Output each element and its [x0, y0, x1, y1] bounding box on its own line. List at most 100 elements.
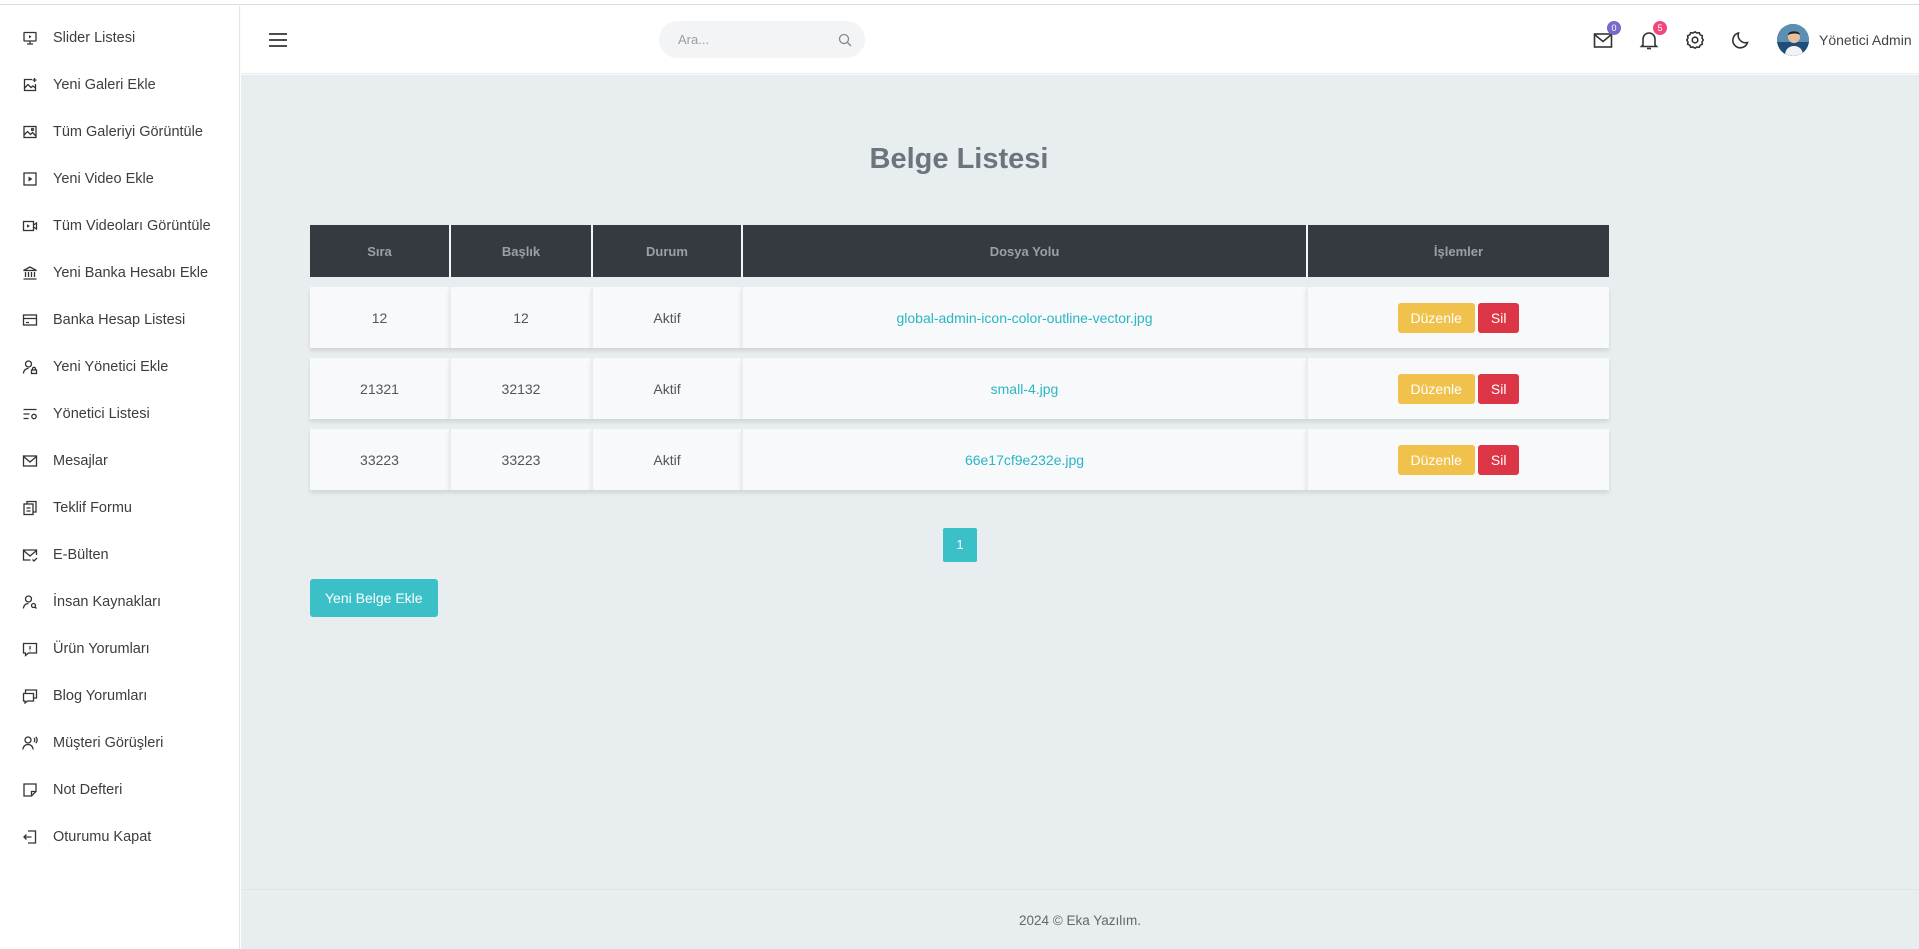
footer-copyright: 2024 © Eka Yazılım.	[1018, 913, 1141, 928]
sidebar-item-label: Yeni Banka Hesabı Ekle	[53, 265, 209, 281]
top-header: 0 5 Yönetici Admin	[241, 6, 1919, 74]
sidebar-item-oturumu-kapat[interactable]: Oturumu Kapat	[0, 817, 239, 857]
credit-card-icon	[22, 312, 38, 328]
notification-count-badge: 5	[1653, 21, 1667, 35]
sidebar-item-yeni-galeri-ekle[interactable]: Yeni Galeri Ekle	[0, 65, 239, 105]
sidebar-item-label: İnsan Kaynakları	[53, 594, 162, 610]
delete-button[interactable]: Sil	[1477, 373, 1520, 404]
page-title: Belge Listesi	[869, 143, 1049, 175]
edit-button[interactable]: Düzenle	[1397, 444, 1475, 475]
sidebar-item-label: Yeni Video Ekle	[53, 171, 154, 187]
sidebar-item-label: Slider Listesi	[53, 30, 136, 46]
sidebar-item-label: Banka Hesap Listesi	[53, 312, 186, 328]
sidebar-item-teklif-formu[interactable]: Teklif Formu	[0, 488, 239, 528]
bank-icon	[22, 265, 38, 281]
sidebar-item-yeni-video-ekle[interactable]: Yeni Video Ekle	[0, 159, 239, 199]
column-header-sira[interactable]: Sıra	[310, 225, 449, 277]
cell-durum: Aktif	[591, 429, 741, 490]
sidebar-item-label: Mesajlar	[53, 453, 108, 469]
sidebar-item-label: Teklif Formu	[53, 500, 132, 516]
search-box	[659, 21, 865, 58]
cell-durum: Aktif	[591, 358, 741, 419]
sidebar-item-urun-yorumlari[interactable]: Ürün Yorumları	[0, 629, 239, 669]
sidebar-item-label: Yönetici Listesi	[53, 406, 150, 422]
sidebar-item-slider-listesi[interactable]: Slider Listesi	[0, 18, 239, 58]
table-row: 12 12 Aktif global-admin-icon-color-outl…	[310, 287, 1609, 348]
top-border	[0, 0, 1919, 5]
image-icon	[22, 124, 38, 140]
mail-button[interactable]: 0	[1592, 21, 1621, 51]
column-header-dosya-yolu[interactable]: Dosya Yolu	[741, 225, 1306, 277]
file-link[interactable]: small-4.jpg	[991, 381, 1059, 397]
feedback-icon	[22, 641, 38, 657]
cell-baslik: 12	[449, 287, 591, 348]
user-voice-icon	[22, 735, 38, 751]
sticky-note-icon	[22, 782, 38, 798]
file-link[interactable]: 66e17cf9e232e.jpg	[965, 452, 1084, 468]
gallery-add-icon	[22, 77, 38, 93]
file-link[interactable]: global-admin-icon-color-outline-vector.j…	[896, 310, 1152, 326]
avatar	[1777, 24, 1809, 56]
user-name: Yönetici Admin	[1819, 32, 1912, 48]
cell-dosya-yolu: small-4.jpg	[741, 358, 1306, 419]
moon-icon	[1730, 31, 1752, 55]
slider-icon	[22, 30, 38, 46]
sidebar-item-insan-kaynaklari[interactable]: İnsan Kaynakları	[0, 582, 239, 622]
delete-button[interactable]: Sil	[1477, 302, 1520, 333]
sidebar-item-yeni-yonetici-ekle[interactable]: Yeni Yönetici Ekle	[0, 347, 239, 387]
edit-button[interactable]: Düzenle	[1397, 302, 1475, 333]
cell-sira: 33223	[310, 429, 449, 490]
video-play-icon	[22, 171, 38, 187]
cell-durum: Aktif	[591, 287, 741, 348]
sidebar-item-label: Tüm Videoları Görüntüle	[53, 218, 211, 234]
settings-button[interactable]	[1684, 29, 1706, 51]
sidebar-item-label: Yeni Galeri Ekle	[53, 77, 156, 93]
sidebar-item-banka-hesap-listesi[interactable]: Banka Hesap Listesi	[0, 300, 239, 340]
search-input[interactable]	[659, 21, 829, 58]
sidebar-item-e-bulten[interactable]: E-Bülten	[0, 535, 239, 575]
sidebar-item-musteri-gorusleri[interactable]: Müşteri Görüşleri	[0, 723, 239, 763]
menu-toggle-icon[interactable]	[268, 30, 288, 50]
sidebar: Slider Listesi Yeni Galeri Ekle Tüm Gale…	[0, 6, 240, 949]
sidebar-item-blog-yorumlari[interactable]: Blog Yorumları	[0, 676, 239, 716]
sidebar-item-tum-videolari-goruntule[interactable]: Tüm Videoları Görüntüle	[0, 206, 239, 246]
mail-count-badge: 0	[1607, 21, 1621, 35]
chat-box-icon	[22, 688, 38, 704]
search-icon[interactable]	[838, 33, 852, 47]
video-camera-icon	[22, 218, 38, 234]
sidebar-item-tum-galeriyi-goruntule[interactable]: Tüm Galeriyi Görüntüle	[0, 112, 239, 152]
sidebar-item-label: Yeni Yönetici Ekle	[53, 359, 169, 375]
sidebar-item-yeni-banka-hesabi-ekle[interactable]: Yeni Banka Hesabı Ekle	[0, 253, 239, 293]
table-row: 33223 33223 Aktif 66e17cf9e232e.jpg Düze…	[310, 429, 1609, 490]
cell-baslik: 32132	[449, 358, 591, 419]
sidebar-item-not-defteri[interactable]: Not Defteri	[0, 770, 239, 810]
dark-mode-toggle[interactable]	[1730, 29, 1752, 51]
notifications-button[interactable]: 5	[1638, 21, 1667, 51]
document-table: Sıra Başlık Durum Dosya Yolu İşlemler 12…	[310, 225, 1609, 490]
main-content: Belge Listesi Sıra Başlık Durum Dosya Yo…	[241, 75, 1919, 889]
edit-button[interactable]: Düzenle	[1397, 373, 1475, 404]
cell-islemler: Düzenle Sil	[1306, 287, 1609, 348]
sidebar-item-label: Müşteri Görüşleri	[53, 735, 164, 751]
cell-sira: 12	[310, 287, 449, 348]
list-settings-icon	[22, 406, 38, 422]
sidebar-item-label: Blog Yorumları	[53, 688, 148, 704]
bell-icon	[1638, 32, 1660, 55]
mail-icon	[22, 453, 38, 469]
delete-button[interactable]: Sil	[1477, 444, 1520, 475]
sidebar-item-yonetici-listesi[interactable]: Yönetici Listesi	[0, 394, 239, 434]
column-header-baslik[interactable]: Başlık	[449, 225, 591, 277]
column-header-durum[interactable]: Durum	[591, 225, 741, 277]
cell-islemler: Düzenle Sil	[1306, 429, 1609, 490]
table-row: 21321 32132 Aktif small-4.jpg Düzenle Sil	[310, 358, 1609, 419]
pagination-page-1[interactable]: 1	[943, 528, 977, 562]
cell-islemler: Düzenle Sil	[1306, 358, 1609, 419]
user-menu[interactable]: Yönetici Admin	[1777, 23, 1912, 57]
file-copy-icon	[22, 500, 38, 516]
sidebar-item-label: Ürün Yorumları	[53, 641, 150, 657]
new-document-button[interactable]: Yeni Belge Ekle	[310, 579, 438, 617]
sidebar-item-label: E-Bülten	[53, 547, 109, 563]
sidebar-item-mesajlar[interactable]: Mesajlar	[0, 441, 239, 481]
cell-sira: 21321	[310, 358, 449, 419]
gear-icon	[1684, 30, 1706, 55]
